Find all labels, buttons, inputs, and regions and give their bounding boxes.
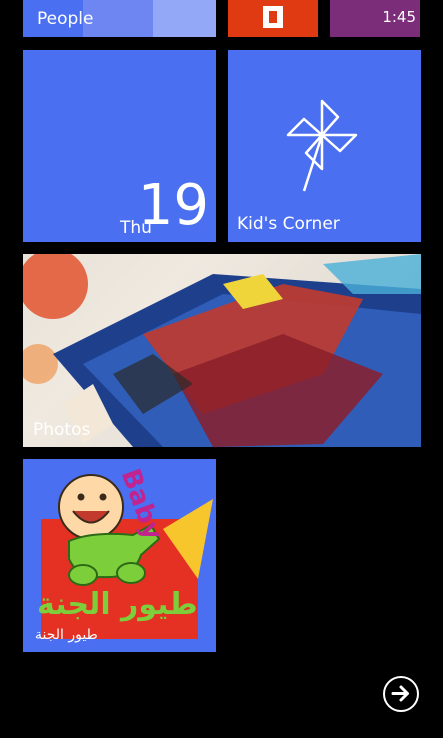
pinwheel-icon bbox=[286, 99, 358, 192]
kids-corner-tile[interactable]: Kid's Corner bbox=[228, 50, 421, 242]
clock-tile[interactable]: 1:45 bbox=[330, 0, 420, 37]
kids-corner-label: Kid's Corner bbox=[237, 214, 340, 234]
office-tile[interactable] bbox=[228, 0, 318, 37]
photos-tile[interactable]: Photos bbox=[23, 254, 421, 447]
arrow-right-circle-icon[interactable] bbox=[383, 676, 419, 712]
calendar-tile[interactable]: Thu 19 bbox=[23, 50, 216, 242]
calendar-date: 19 bbox=[137, 173, 209, 238]
office-icon bbox=[263, 6, 283, 28]
people-photo-strip bbox=[153, 0, 216, 37]
photos-label: Photos bbox=[33, 420, 91, 440]
people-tile[interactable]: People bbox=[23, 0, 216, 37]
baby-app-tile[interactable]: Baby طيور الجنة طيور الجنة bbox=[23, 459, 216, 652]
people-photo-strip bbox=[83, 0, 153, 37]
clock-time: 1:45 bbox=[382, 8, 416, 26]
photos-tile-image bbox=[23, 254, 421, 447]
baby-arabic-caption: طيور الجنة bbox=[35, 627, 98, 643]
baby-arabic-title: طيور الجنة bbox=[37, 587, 198, 622]
people-tile-label: People bbox=[37, 9, 94, 29]
